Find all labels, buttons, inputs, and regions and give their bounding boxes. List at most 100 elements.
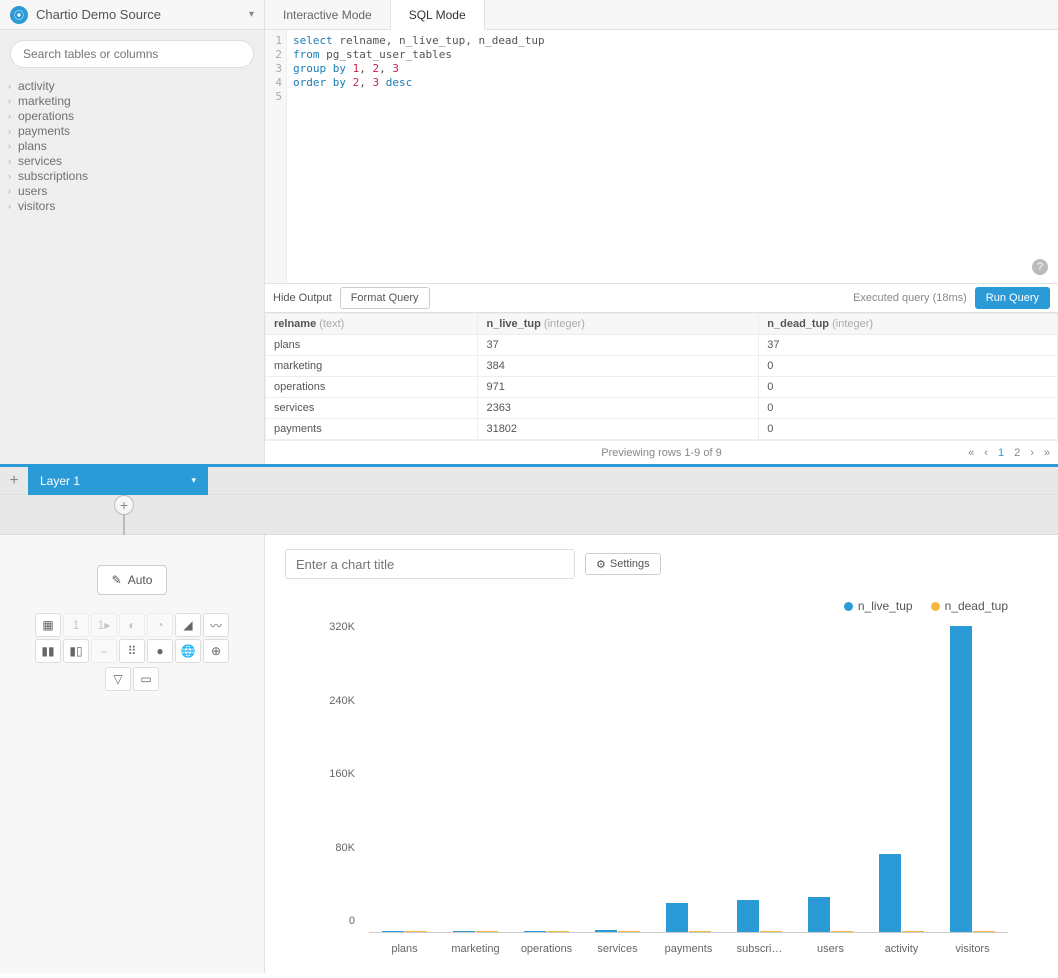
tree-item-payments[interactable]: ›payments <box>6 123 258 138</box>
legend-n_dead_tup: n_dead_tup <box>931 599 1008 613</box>
help-icon[interactable]: ? <box>1032 259 1048 275</box>
tree-item-visitors[interactable]: ›visitors <box>6 198 258 213</box>
bar-n_dead_tup[interactable] <box>902 931 924 932</box>
chevron-right-icon: › <box>8 126 18 136</box>
table-row: marketing3840 <box>266 356 1058 377</box>
bar-n_dead_tup[interactable] <box>618 931 640 932</box>
sql-editor[interactable]: 1 2 3 4 5 select relname, n_live_tup, n_… <box>265 30 1058 283</box>
bar-group <box>582 621 653 932</box>
bar-group <box>866 621 937 932</box>
gauge-icon[interactable]: ◐ <box>119 613 145 637</box>
table-icon[interactable]: ▦ <box>35 613 61 637</box>
bar-n_dead_tup[interactable] <box>760 931 782 932</box>
bar-n_dead_tup[interactable] <box>689 931 711 932</box>
bar-chart: 080K160K240K320K plansmarketingoperation… <box>315 621 1008 963</box>
chevron-right-icon: › <box>8 141 18 151</box>
caret-down-icon: ▾ <box>191 475 196 486</box>
bar-group <box>937 621 1008 932</box>
col-relname: relname (text) <box>266 314 478 335</box>
bar-n_dead_tup[interactable] <box>405 931 427 932</box>
bar-n_live_tup[interactable] <box>524 931 546 932</box>
source-icon: ⦿ <box>10 6 28 24</box>
chevron-right-icon: › <box>8 201 18 211</box>
bar-n_live_tup[interactable] <box>808 897 830 932</box>
bar-icon[interactable]: ▮▮ <box>35 639 61 663</box>
globe2-icon[interactable]: ⊕ <box>203 639 229 663</box>
table-row: operations9710 <box>266 377 1058 398</box>
sparkline-icon[interactable]: 〰 <box>203 613 229 637</box>
wand-icon: ✎ <box>112 573 122 587</box>
tree-item-subscriptions[interactable]: ›subscriptions <box>6 168 258 183</box>
number-icon[interactable]: 1 <box>63 613 89 637</box>
pager-»[interactable]: » <box>1044 447 1050 459</box>
add-step-button[interactable]: + <box>114 495 134 515</box>
tree-item-users[interactable]: ›users <box>6 183 258 198</box>
col-n_dead_tup: n_dead_tup (integer) <box>759 314 1058 335</box>
run-query-button[interactable]: Run Query <box>975 287 1050 309</box>
bubble-icon[interactable]: ● <box>147 639 173 663</box>
query-status: Executed query (18ms) <box>853 292 967 304</box>
tab-interactive-mode[interactable]: Interactive Mode <box>265 0 391 29</box>
bar-group <box>724 621 795 932</box>
globe-icon[interactable]: 🌐 <box>175 639 201 663</box>
bar-n_live_tup[interactable] <box>737 900 759 932</box>
bar-n_dead_tup[interactable] <box>973 931 995 932</box>
bar-n_live_tup[interactable] <box>453 931 475 932</box>
scatter-icon[interactable]: ⠿ <box>119 639 145 663</box>
bar-n_live_tup[interactable] <box>382 931 404 932</box>
bullet-icon[interactable]: ⎯ <box>91 639 117 663</box>
area-icon[interactable]: ◢ <box>175 613 201 637</box>
results-pager: Previewing rows 1-9 of 9 «‹12›» <box>265 440 1058 464</box>
tree-item-activity[interactable]: ›activity <box>6 78 258 93</box>
config-panel: ✎ Auto ▦11▸◐◔◢〰 ▮▮▮▯⎯⠿●🌐⊕ ▽▭ <box>0 535 265 973</box>
funnel-icon[interactable]: ▽ <box>105 667 131 691</box>
pie-icon[interactable]: ◔ <box>147 613 173 637</box>
number-trend-icon[interactable]: 1▸ <box>91 613 117 637</box>
sql-code[interactable]: select relname, n_live_tup, n_dead_tup f… <box>287 30 1058 283</box>
data-source-selector[interactable]: ⦿ Chartio Demo Source ▾ <box>0 0 264 30</box>
pipeline: + <box>0 495 1058 535</box>
source-name: Chartio Demo Source <box>36 7 161 22</box>
pager-«[interactable]: « <box>968 447 974 459</box>
bar-group <box>653 621 724 932</box>
tree-item-services[interactable]: ›services <box>6 153 258 168</box>
bar-group <box>511 621 582 932</box>
bar-n_live_tup[interactable] <box>595 930 617 932</box>
legend-n_live_tup: n_live_tup <box>844 599 913 613</box>
bar-n_dead_tup[interactable] <box>476 931 498 932</box>
pager-‹[interactable]: ‹ <box>984 447 988 459</box>
bar-grouped-icon[interactable]: ▮▯ <box>63 639 89 663</box>
tree-item-marketing[interactable]: ›marketing <box>6 93 258 108</box>
tree-item-operations[interactable]: ›operations <box>6 108 258 123</box>
card-icon[interactable]: ▭ <box>133 667 159 691</box>
chart-settings-button[interactable]: ⚙ Settings <box>585 553 661 575</box>
layer-name: Layer 1 <box>40 474 80 488</box>
chart-title-input[interactable] <box>285 549 575 579</box>
bar-n_live_tup[interactable] <box>950 626 972 932</box>
gear-icon: ⚙ <box>596 558 606 571</box>
chevron-right-icon: › <box>8 111 18 121</box>
bar-n_live_tup[interactable] <box>879 854 901 932</box>
auto-button[interactable]: ✎ Auto <box>97 565 168 595</box>
hide-output-button[interactable]: Hide Output <box>273 292 332 304</box>
table-row: services23630 <box>266 398 1058 419</box>
pager-1[interactable]: 1 <box>998 447 1004 459</box>
format-query-button[interactable]: Format Query <box>340 287 430 309</box>
add-layer-button[interactable]: + <box>0 467 28 495</box>
editor-toolbar: Hide Output Format Query Executed query … <box>265 283 1058 313</box>
tree-item-plans[interactable]: ›plans <box>6 138 258 153</box>
pager-2[interactable]: 2 <box>1014 447 1020 459</box>
layer-bar: + Layer 1 ▾ <box>0 467 1058 495</box>
bar-n_live_tup[interactable] <box>666 903 688 932</box>
bar-n_dead_tup[interactable] <box>831 931 853 932</box>
chevron-right-icon: › <box>8 96 18 106</box>
chart-area: ⚙ Settings n_live_tup n_dead_tup 080K160K… <box>265 535 1058 973</box>
tab-sql-mode[interactable]: SQL Mode <box>391 0 485 30</box>
pager-›[interactable]: › <box>1030 447 1034 459</box>
layer-tab[interactable]: Layer 1 ▾ <box>28 467 208 495</box>
chevron-right-icon: › <box>8 171 18 181</box>
chevron-right-icon: › <box>8 186 18 196</box>
table-row: payments318020 <box>266 419 1058 440</box>
bar-n_dead_tup[interactable] <box>547 931 569 932</box>
search-input[interactable] <box>10 40 254 68</box>
